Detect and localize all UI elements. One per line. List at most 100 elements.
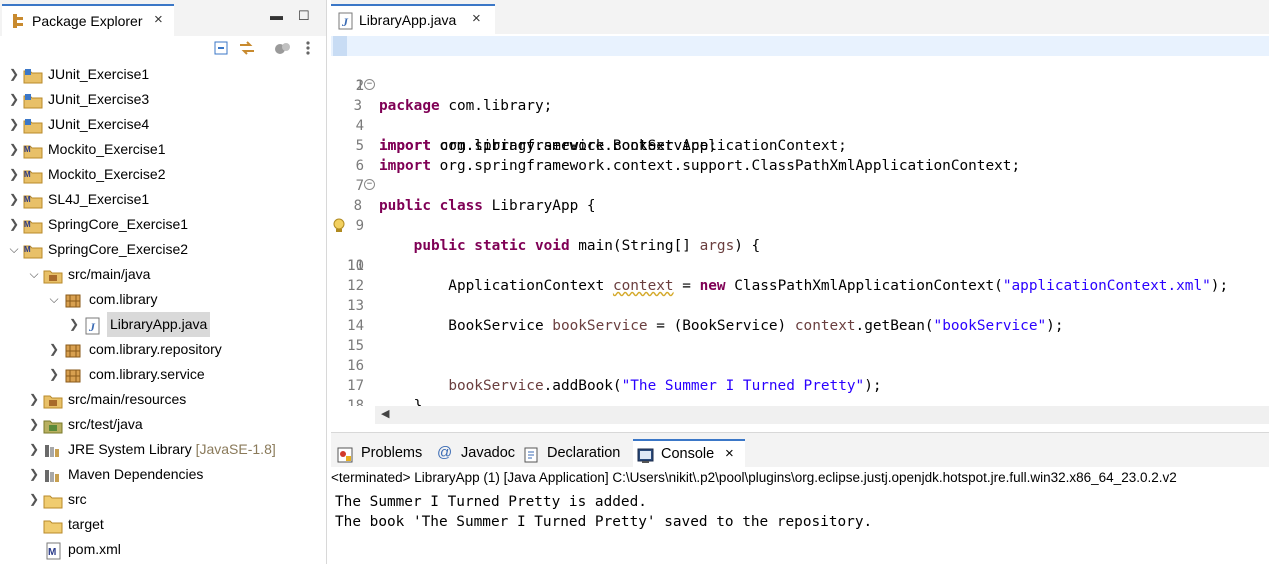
code-line: 5 import org.springframework.context.sup…: [331, 116, 1269, 174]
horizontal-scrollbar[interactable]: ◀: [375, 406, 1269, 424]
chevron-down-icon[interactable]: ⌵: [8, 237, 20, 262]
tree-item-junit-exercise4[interactable]: ❯ JUnit_Exercise4: [0, 112, 326, 137]
code-line: 1 package com.library;: [331, 36, 1269, 114]
close-icon[interactable]: ×: [472, 10, 481, 27]
tree-item-src-test-java[interactable]: ❯ src/test/java: [0, 412, 326, 437]
editor-tabbar: J LibraryApp.java ×: [331, 0, 1269, 34]
tree-item-label: LibraryApp.java: [107, 312, 211, 337]
fold-collapse-icon[interactable]: −: [364, 79, 375, 90]
chevron-right-icon[interactable]: ❯: [48, 337, 60, 362]
tab-javadoc[interactable]: @ Javadoc: [433, 439, 517, 467]
tree-item-label: JUnit_Exercise3: [48, 91, 150, 107]
scroll-left-icon[interactable]: ◀: [381, 407, 389, 420]
code-line: 15: [331, 316, 1269, 354]
code-line: 12: [331, 256, 1269, 294]
tree-item-label: src/main/java: [68, 266, 151, 282]
chevron-right-icon[interactable]: ❯: [8, 162, 20, 187]
svg-text:M: M: [24, 145, 31, 154]
tree-item-label: SpringCore_Exercise2: [48, 241, 189, 257]
chevron-right-icon[interactable]: ❯: [8, 112, 20, 137]
tree-item-pom-xml[interactable]: M pom.xml: [0, 537, 326, 562]
minimize-icon[interactable]: ▬: [270, 8, 283, 23]
tree-item-target[interactable]: target: [0, 512, 326, 537]
package-explorer-tab[interactable]: Package Explorer ×: [2, 4, 174, 36]
tree-item-springcore-exercise1[interactable]: ❯ M SpringCore_Exercise1: [0, 212, 326, 237]
code-area[interactable]: 1 package com.library; 2 3 − import com.…: [331, 36, 1269, 406]
chevron-right-icon[interactable]: ❯: [48, 362, 60, 387]
code-line: 10 ApplicationContext context = new Clas…: [331, 216, 1269, 294]
editor-tab-libraryapp[interactable]: J LibraryApp.java ×: [331, 4, 495, 34]
console-output-line: The Summer I Turned Pretty is added.: [335, 494, 647, 510]
collapse-all-icon[interactable]: [214, 40, 230, 59]
tree-item-libraryapp-java[interactable]: ❯ J LibraryApp.java: [0, 312, 326, 337]
chevron-right-icon[interactable]: ❯: [8, 137, 20, 162]
code-line: 4 import org.springframework.context.App…: [331, 96, 1269, 154]
tree-item-label: src/main/resources: [68, 391, 187, 407]
tree-item-label: src: [68, 491, 87, 507]
code-line: 2: [331, 56, 1269, 94]
maven-pom-file-icon: M: [45, 542, 63, 568]
view-menu-icon[interactable]: [305, 40, 311, 59]
maximize-icon[interactable]: ☐: [298, 8, 310, 24]
chevron-right-icon[interactable]: ❯: [28, 412, 40, 437]
tree-item-label: JRE System Library [JavaSE-1.8]: [68, 441, 276, 457]
tree-item-label: SL4J_Exercise1: [48, 191, 150, 207]
fold-collapse-icon[interactable]: −: [364, 179, 375, 190]
tab-label: Console: [661, 446, 715, 462]
tab-label: Problems: [361, 445, 423, 461]
chevron-right-icon[interactable]: ❯: [8, 62, 20, 87]
code-line: 7 public class LibraryApp {: [331, 156, 1269, 214]
editor-tab-label: LibraryApp.java: [359, 12, 457, 28]
tree-item-label: target: [68, 516, 104, 532]
close-icon[interactable]: ×: [725, 441, 734, 467]
svg-text:M: M: [48, 547, 56, 558]
tree-item-com-library-repository[interactable]: ❯ com.library.repository: [0, 337, 326, 362]
tree-item-src[interactable]: ❯ src: [0, 487, 326, 512]
chevron-right-icon[interactable]: ❯: [28, 462, 40, 487]
tree-item-src-main-resources[interactable]: ❯ src/main/resources: [0, 387, 326, 412]
tab-label: Declaration: [547, 445, 621, 461]
code-line: 11: [331, 236, 1269, 274]
package-explorer-title: Package Explorer: [32, 13, 143, 29]
chevron-right-icon[interactable]: ❯: [28, 437, 40, 462]
chevron-right-icon[interactable]: ❯: [8, 187, 20, 212]
tree-item-label: SpringCore_Exercise1: [48, 216, 189, 232]
tree-item-mockito-exercise1[interactable]: ❯ M Mockito_Exercise1: [0, 137, 326, 162]
code-line: 9: [331, 196, 1269, 234]
tree-item-label: JUnit_Exercise4: [48, 116, 150, 132]
chevron-right-icon[interactable]: ❯: [68, 312, 80, 337]
tree-item-com-library-service[interactable]: ❯ com.library.service: [0, 362, 326, 387]
tree-item-label: Maven Dependencies: [68, 466, 204, 482]
tree-item-com-library[interactable]: ⌵ com.library: [0, 287, 326, 312]
console-output-line: The book 'The Summer I Turned Pretty' sa…: [335, 514, 873, 530]
chevron-right-icon[interactable]: ❯: [8, 87, 20, 112]
chevron-down-icon[interactable]: ⌵: [48, 287, 60, 312]
tab-declaration[interactable]: Declaration: [519, 439, 631, 467]
chevron-right-icon[interactable]: ❯: [28, 487, 40, 512]
code-line: 16 bookService.addBook("The Summer I Tur…: [331, 336, 1269, 394]
tree-item-springcore-exercise2[interactable]: ⌵ M SpringCore_Exercise2: [0, 237, 326, 262]
code-editor: J LibraryApp.java × 1 package com.librar…: [331, 0, 1269, 426]
chevron-right-icon[interactable]: ❯: [8, 212, 20, 237]
tree-item-maven-dependencies[interactable]: ❯ Maven Dependencies: [0, 462, 326, 487]
tree-item-jre-system-library[interactable]: ❯ JRE System Library [JavaSE-1.8]: [0, 437, 326, 462]
tree-item-mockito-exercise2[interactable]: ❯ M Mockito_Exercise2: [0, 162, 326, 187]
svg-text:M: M: [24, 195, 31, 204]
code-line: 14: [331, 296, 1269, 334]
chevron-right-icon[interactable]: ❯: [28, 387, 40, 412]
tab-problems[interactable]: Problems: [333, 439, 429, 467]
close-icon[interactable]: ×: [154, 11, 163, 28]
tree-item-sl4j-exercise1[interactable]: ❯ M SL4J_Exercise1: [0, 187, 326, 212]
terminated-status: <terminated> LibraryApp (1) [Java Applic…: [331, 468, 1269, 488]
svg-text:M: M: [24, 245, 31, 254]
tree-item-junit-exercise3[interactable]: ❯ JUnit_Exercise3: [0, 87, 326, 112]
code-line: 3 − import com.library.service.BookServi…: [331, 76, 1269, 154]
code-line: 6: [331, 136, 1269, 174]
tab-console[interactable]: Console ×: [633, 439, 745, 467]
link-with-editor-icon[interactable]: [238, 40, 256, 59]
tree-item-junit-exercise1[interactable]: ❯ JUnit_Exercise1: [0, 62, 326, 87]
filters-icon[interactable]: [274, 40, 292, 59]
tree-item-label: src/test/java: [68, 416, 143, 432]
chevron-down-icon[interactable]: ⌵: [28, 262, 40, 287]
tree-item-src-main-java[interactable]: ⌵ src/main/java: [0, 262, 326, 287]
